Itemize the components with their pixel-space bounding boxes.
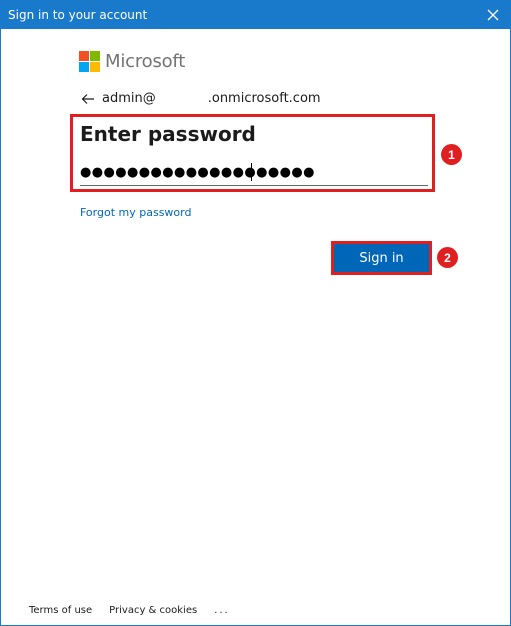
more-options-link[interactable]: ... xyxy=(214,605,230,616)
email-domain-part: .onmicrosoft.com xyxy=(207,91,321,106)
microsoft-logo-icon xyxy=(79,51,100,72)
password-highlight-box xyxy=(70,114,435,192)
microsoft-logo: Microsoft xyxy=(79,51,185,72)
terms-link[interactable]: Terms of use xyxy=(29,605,92,616)
signin-button[interactable]: Sign in xyxy=(334,244,429,272)
footer: Terms of use Privacy & cookies ... xyxy=(29,605,230,616)
email-user-part: admin@ xyxy=(102,91,156,106)
title-bar: Sign in to your account xyxy=(1,1,510,29)
signin-window: Sign in to your account Microsoft admin@… xyxy=(0,0,511,626)
step-badge-1: 1 xyxy=(441,144,462,165)
step-badge-2: 2 xyxy=(437,247,458,268)
account-identity: admin@ .onmicrosoft.com xyxy=(81,91,321,106)
close-icon[interactable] xyxy=(482,4,504,26)
forgot-password-link[interactable]: Forgot my password xyxy=(80,206,191,219)
microsoft-logo-text: Microsoft xyxy=(105,51,186,72)
back-arrow-icon[interactable] xyxy=(81,93,95,105)
privacy-link[interactable]: Privacy & cookies xyxy=(109,605,197,616)
window-title: Sign in to your account xyxy=(8,8,148,22)
